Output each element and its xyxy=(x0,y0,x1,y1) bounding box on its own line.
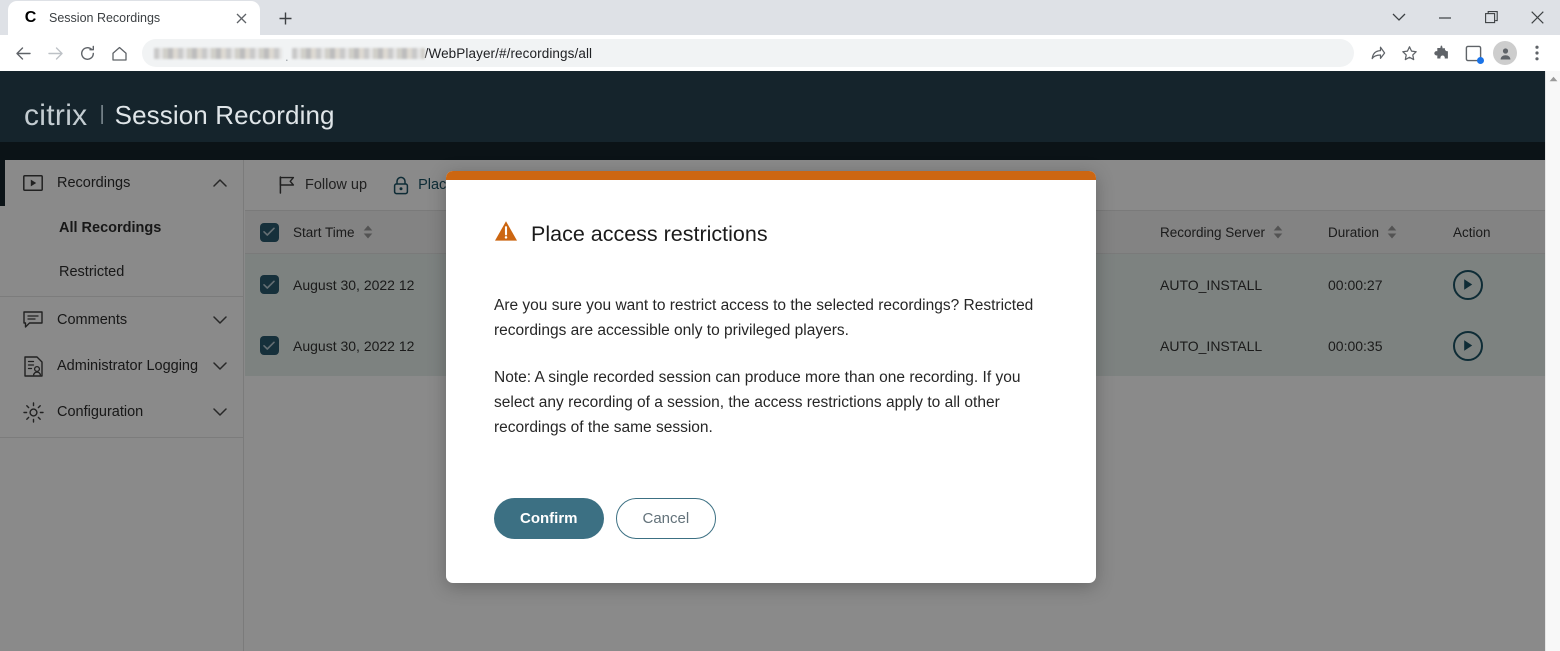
tabstrip-left-padding xyxy=(0,0,8,35)
minimize-icon[interactable] xyxy=(1422,0,1468,35)
dialog-title: Place access restrictions xyxy=(531,221,768,246)
place-access-restrictions-dialog: Place access restrictions Are you sure y… xyxy=(446,171,1096,583)
dialog-accent-bar xyxy=(446,171,1096,180)
dialog-title-row: Place access restrictions xyxy=(494,220,1048,248)
dialog-actions: Confirm Cancel xyxy=(446,462,1096,583)
redacted-host-prefix xyxy=(154,47,282,59)
dialog-paragraph-2: Note: A single recorded session can prod… xyxy=(494,369,1021,436)
back-arrow-icon[interactable] xyxy=(8,38,38,68)
address-bar[interactable]: . /WebPlayer/#/recordings/all xyxy=(142,39,1354,67)
url-path-text: /WebPlayer/#/recordings/all xyxy=(424,45,593,61)
close-icon[interactable] xyxy=(232,9,250,27)
close-icon[interactable] xyxy=(1514,0,1560,35)
screenshot-root: C Session Recordings . /WebPlayer/#/reco… xyxy=(0,0,1560,651)
three-dot-menu-icon[interactable] xyxy=(1522,38,1552,68)
dialog-paragraph-1: Are you sure you want to restrict access… xyxy=(494,297,1034,339)
scroll-up-arrow-icon[interactable] xyxy=(1546,71,1560,86)
forward-arrow-icon[interactable] xyxy=(40,38,70,68)
browser-tab[interactable]: C Session Recordings xyxy=(8,1,260,35)
confirm-button[interactable]: Confirm xyxy=(494,498,604,539)
citrix-favicon-icon: C xyxy=(24,9,37,26)
product-name: Session Recording xyxy=(114,100,335,130)
puzzle-piece-icon[interactable] xyxy=(1426,38,1456,68)
profile-avatar-icon[interactable] xyxy=(1490,38,1520,68)
browser-tab-strip: C Session Recordings xyxy=(0,0,1560,35)
restore-icon[interactable] xyxy=(1468,0,1514,35)
browser-toolbar: . /WebPlayer/#/recordings/all xyxy=(0,35,1560,71)
url-separator: . xyxy=(285,49,289,64)
redacted-host-suffix xyxy=(291,47,425,59)
cancel-button[interactable]: Cancel xyxy=(615,498,717,539)
avatar xyxy=(1493,41,1517,65)
toolbar-right-actions xyxy=(1362,38,1552,68)
brand-lockup: citrix | Session Recording xyxy=(24,99,335,133)
dialog-body: Place access restrictions Are you sure y… xyxy=(446,180,1096,440)
home-icon[interactable] xyxy=(104,38,134,68)
citrix-logo: citrix xyxy=(24,98,88,132)
star-icon[interactable] xyxy=(1394,38,1424,68)
browser-tab-title: Session Recordings xyxy=(49,11,161,25)
share-icon[interactable] xyxy=(1362,38,1392,68)
reload-icon[interactable] xyxy=(72,38,102,68)
page-scrollbar[interactable] xyxy=(1545,71,1560,651)
browser-essentials-icon[interactable] xyxy=(1458,38,1488,68)
brand-separator: | xyxy=(99,103,105,125)
warning-triangle-icon xyxy=(494,220,518,248)
chevron-down-icon[interactable] xyxy=(1376,0,1422,35)
new-tab-button[interactable] xyxy=(270,3,300,33)
window-controls xyxy=(1376,0,1560,35)
notification-dot xyxy=(1477,57,1484,64)
